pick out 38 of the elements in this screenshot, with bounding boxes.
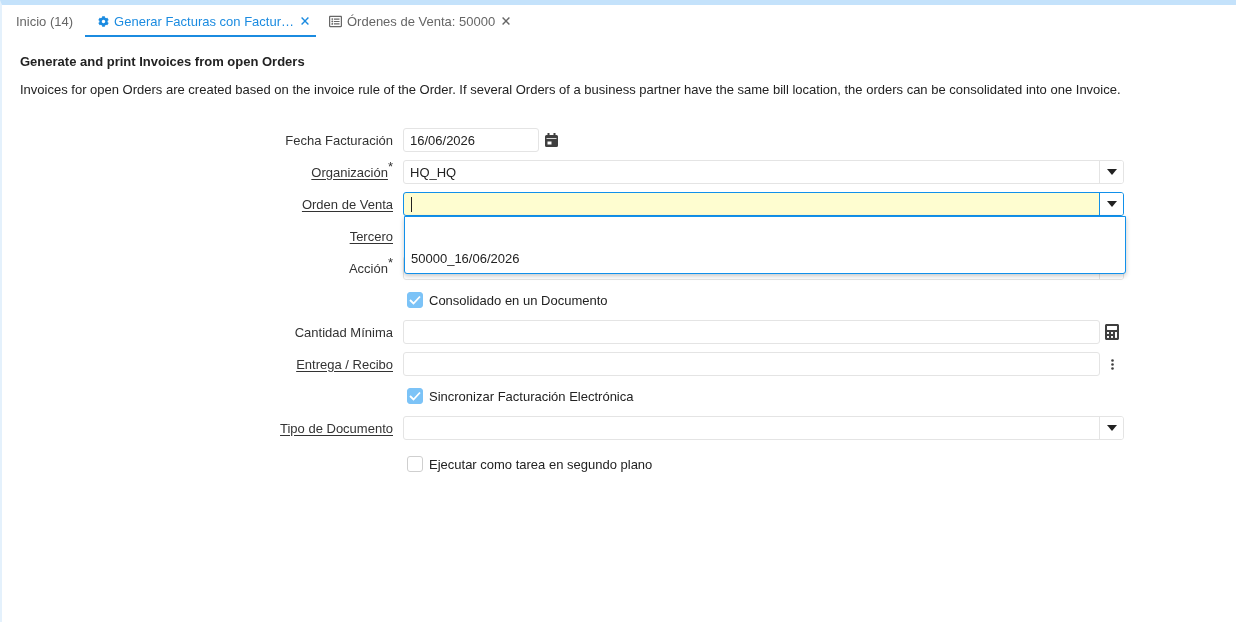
tab[interactable]: Inicio (14)	[3, 5, 86, 37]
close-icon[interactable]	[502, 17, 511, 25]
checkbox[interactable]	[407, 388, 423, 404]
caret-icon	[1106, 169, 1117, 175]
tab[interactable]: Órdenes de Venta: 50000	[316, 5, 518, 37]
calendar-icon[interactable]	[545, 133, 558, 147]
field-label[interactable]: Tercero	[349, 228, 393, 244]
required-mark: *	[387, 161, 393, 173]
dropdown-button[interactable]	[1099, 193, 1123, 215]
settings-icon	[98, 15, 110, 27]
vertical-dots-icon[interactable]	[1110, 358, 1114, 370]
caret-icon	[1106, 425, 1117, 431]
checkbox[interactable]	[407, 456, 423, 472]
field-label[interactable]: Entrega / Recibo	[296, 356, 393, 372]
required-mark: *	[387, 257, 393, 269]
tab[interactable]: Generar Facturas con Factur…	[85, 5, 316, 37]
dropdown-field[interactable]: HQ_HQ	[403, 160, 1124, 184]
input-field[interactable]	[403, 352, 1100, 376]
field-label[interactable]: Tipo de Documento	[280, 420, 393, 436]
input-field[interactable]	[403, 320, 1100, 344]
form-title: Generate and print Invoices from open Orders	[20, 53, 306, 71]
field-label: Fecha Facturación	[285, 132, 393, 148]
dropdown-option[interactable]: 50000_16/06/2026	[405, 245, 1125, 271]
form-description: Invoices for open Orders are created based on the invoice rule of the Order. If several Orders of a business partner have the same bill location, the orders can be consolidated into one Invoice.	[20, 81, 1122, 99]
field-label[interactable]: Orden de Venta	[301, 196, 393, 212]
checkbox[interactable]	[407, 292, 423, 308]
checkbox-label: Ejecutar como tarea en segundo plano	[429, 456, 653, 472]
close-icon[interactable]	[301, 17, 309, 25]
field-label[interactable]: Organización	[311, 164, 388, 180]
calculator-icon[interactable]	[1104, 324, 1120, 340]
checkbox-label: Consolidado en un Documento	[429, 292, 608, 308]
list-icon	[329, 14, 342, 28]
dropdown-field[interactable]	[403, 192, 1124, 216]
date-field[interactable]: 16/06/2026	[403, 128, 539, 152]
caret-icon	[1106, 201, 1117, 207]
field-label: Cantidad Mínima	[294, 324, 393, 340]
field-label: Acción	[348, 260, 388, 276]
checkbox-label: Sincronizar Facturación Electrónica	[429, 388, 634, 404]
